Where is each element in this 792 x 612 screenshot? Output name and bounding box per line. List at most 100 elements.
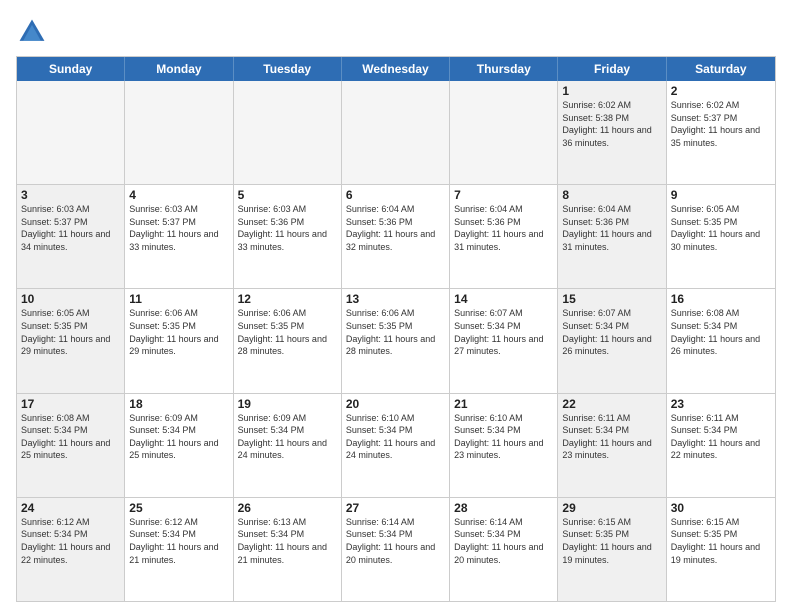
- day-number: 30: [671, 501, 771, 515]
- day-info: Sunrise: 6:09 AM Sunset: 5:34 PM Dayligh…: [238, 412, 337, 462]
- day-cell: 14Sunrise: 6:07 AM Sunset: 5:34 PM Dayli…: [450, 289, 558, 392]
- day-info: Sunrise: 6:08 AM Sunset: 5:34 PM Dayligh…: [671, 307, 771, 357]
- empty-cell: [234, 81, 342, 184]
- day-cell: 20Sunrise: 6:10 AM Sunset: 5:34 PM Dayli…: [342, 394, 450, 497]
- day-cell: 9Sunrise: 6:05 AM Sunset: 5:35 PM Daylig…: [667, 185, 775, 288]
- day-info: Sunrise: 6:10 AM Sunset: 5:34 PM Dayligh…: [346, 412, 445, 462]
- day-info: Sunrise: 6:09 AM Sunset: 5:34 PM Dayligh…: [129, 412, 228, 462]
- day-info: Sunrise: 6:07 AM Sunset: 5:34 PM Dayligh…: [562, 307, 661, 357]
- day-cell: 28Sunrise: 6:14 AM Sunset: 5:34 PM Dayli…: [450, 498, 558, 601]
- day-number: 4: [129, 188, 228, 202]
- day-cell: 4Sunrise: 6:03 AM Sunset: 5:37 PM Daylig…: [125, 185, 233, 288]
- weekday-header: Thursday: [450, 57, 558, 81]
- day-cell: 5Sunrise: 6:03 AM Sunset: 5:36 PM Daylig…: [234, 185, 342, 288]
- day-cell: 27Sunrise: 6:14 AM Sunset: 5:34 PM Dayli…: [342, 498, 450, 601]
- day-info: Sunrise: 6:11 AM Sunset: 5:34 PM Dayligh…: [562, 412, 661, 462]
- day-cell: 11Sunrise: 6:06 AM Sunset: 5:35 PM Dayli…: [125, 289, 233, 392]
- day-number: 15: [562, 292, 661, 306]
- day-number: 23: [671, 397, 771, 411]
- day-info: Sunrise: 6:03 AM Sunset: 5:37 PM Dayligh…: [129, 203, 228, 253]
- day-info: Sunrise: 6:10 AM Sunset: 5:34 PM Dayligh…: [454, 412, 553, 462]
- day-info: Sunrise: 6:04 AM Sunset: 5:36 PM Dayligh…: [346, 203, 445, 253]
- day-cell: 10Sunrise: 6:05 AM Sunset: 5:35 PM Dayli…: [17, 289, 125, 392]
- day-number: 12: [238, 292, 337, 306]
- day-cell: 3Sunrise: 6:03 AM Sunset: 5:37 PM Daylig…: [17, 185, 125, 288]
- logo: [16, 16, 52, 48]
- weekday-header: Friday: [558, 57, 666, 81]
- day-cell: 15Sunrise: 6:07 AM Sunset: 5:34 PM Dayli…: [558, 289, 666, 392]
- day-cell: 25Sunrise: 6:12 AM Sunset: 5:34 PM Dayli…: [125, 498, 233, 601]
- day-cell: 24Sunrise: 6:12 AM Sunset: 5:34 PM Dayli…: [17, 498, 125, 601]
- day-info: Sunrise: 6:13 AM Sunset: 5:34 PM Dayligh…: [238, 516, 337, 566]
- calendar: SundayMondayTuesdayWednesdayThursdayFrid…: [16, 56, 776, 602]
- day-number: 26: [238, 501, 337, 515]
- day-number: 2: [671, 84, 771, 98]
- day-info: Sunrise: 6:12 AM Sunset: 5:34 PM Dayligh…: [21, 516, 120, 566]
- day-number: 18: [129, 397, 228, 411]
- calendar-body: 1Sunrise: 6:02 AM Sunset: 5:38 PM Daylig…: [17, 81, 775, 601]
- day-number: 22: [562, 397, 661, 411]
- logo-icon: [16, 16, 48, 48]
- day-number: 24: [21, 501, 120, 515]
- day-number: 10: [21, 292, 120, 306]
- day-info: Sunrise: 6:04 AM Sunset: 5:36 PM Dayligh…: [562, 203, 661, 253]
- day-cell: 6Sunrise: 6:04 AM Sunset: 5:36 PM Daylig…: [342, 185, 450, 288]
- day-info: Sunrise: 6:02 AM Sunset: 5:37 PM Dayligh…: [671, 99, 771, 149]
- day-cell: 30Sunrise: 6:15 AM Sunset: 5:35 PM Dayli…: [667, 498, 775, 601]
- empty-cell: [125, 81, 233, 184]
- day-number: 3: [21, 188, 120, 202]
- day-cell: 19Sunrise: 6:09 AM Sunset: 5:34 PM Dayli…: [234, 394, 342, 497]
- day-number: 8: [562, 188, 661, 202]
- day-info: Sunrise: 6:06 AM Sunset: 5:35 PM Dayligh…: [346, 307, 445, 357]
- day-cell: 13Sunrise: 6:06 AM Sunset: 5:35 PM Dayli…: [342, 289, 450, 392]
- day-info: Sunrise: 6:04 AM Sunset: 5:36 PM Dayligh…: [454, 203, 553, 253]
- weekday-header: Wednesday: [342, 57, 450, 81]
- day-number: 21: [454, 397, 553, 411]
- day-info: Sunrise: 6:12 AM Sunset: 5:34 PM Dayligh…: [129, 516, 228, 566]
- day-number: 28: [454, 501, 553, 515]
- day-number: 6: [346, 188, 445, 202]
- weekday-header: Sunday: [17, 57, 125, 81]
- page: SundayMondayTuesdayWednesdayThursdayFrid…: [0, 0, 792, 612]
- day-info: Sunrise: 6:02 AM Sunset: 5:38 PM Dayligh…: [562, 99, 661, 149]
- day-info: Sunrise: 6:05 AM Sunset: 5:35 PM Dayligh…: [21, 307, 120, 357]
- day-number: 14: [454, 292, 553, 306]
- header: [16, 16, 776, 48]
- day-info: Sunrise: 6:08 AM Sunset: 5:34 PM Dayligh…: [21, 412, 120, 462]
- calendar-row: 24Sunrise: 6:12 AM Sunset: 5:34 PM Dayli…: [17, 497, 775, 601]
- day-cell: 2Sunrise: 6:02 AM Sunset: 5:37 PM Daylig…: [667, 81, 775, 184]
- day-cell: 16Sunrise: 6:08 AM Sunset: 5:34 PM Dayli…: [667, 289, 775, 392]
- day-info: Sunrise: 6:15 AM Sunset: 5:35 PM Dayligh…: [671, 516, 771, 566]
- weekday-header: Saturday: [667, 57, 775, 81]
- day-info: Sunrise: 6:15 AM Sunset: 5:35 PM Dayligh…: [562, 516, 661, 566]
- day-cell: 12Sunrise: 6:06 AM Sunset: 5:35 PM Dayli…: [234, 289, 342, 392]
- day-number: 20: [346, 397, 445, 411]
- calendar-row: 10Sunrise: 6:05 AM Sunset: 5:35 PM Dayli…: [17, 288, 775, 392]
- day-info: Sunrise: 6:06 AM Sunset: 5:35 PM Dayligh…: [129, 307, 228, 357]
- day-info: Sunrise: 6:11 AM Sunset: 5:34 PM Dayligh…: [671, 412, 771, 462]
- day-cell: 26Sunrise: 6:13 AM Sunset: 5:34 PM Dayli…: [234, 498, 342, 601]
- calendar-row: 3 Sunrise: 6:03 AM Sunset: 5:37 PM Daylig…: [17, 184, 775, 288]
- day-cell: 17Sunrise: 6:08 AM Sunset: 5:34 PM Dayli…: [17, 394, 125, 497]
- day-number: 17: [21, 397, 120, 411]
- day-number: 25: [129, 501, 228, 515]
- weekday-header: Monday: [125, 57, 233, 81]
- day-number: 16: [671, 292, 771, 306]
- day-cell: 8Sunrise: 6:04 AM Sunset: 5:36 PM Daylig…: [558, 185, 666, 288]
- day-info: Sunrise: 6:14 AM Sunset: 5:34 PM Dayligh…: [346, 516, 445, 566]
- day-cell: 18Sunrise: 6:09 AM Sunset: 5:34 PM Dayli…: [125, 394, 233, 497]
- day-cell: 1Sunrise: 6:02 AM Sunset: 5:38 PM Daylig…: [558, 81, 666, 184]
- day-number: 5: [238, 188, 337, 202]
- weekday-header: Tuesday: [234, 57, 342, 81]
- day-number: 27: [346, 501, 445, 515]
- day-info: Sunrise: 6:14 AM Sunset: 5:34 PM Dayligh…: [454, 516, 553, 566]
- day-cell: 22Sunrise: 6:11 AM Sunset: 5:34 PM Dayli…: [558, 394, 666, 497]
- day-cell: 21Sunrise: 6:10 AM Sunset: 5:34 PM Dayli…: [450, 394, 558, 497]
- day-number: 9: [671, 188, 771, 202]
- day-info: Sunrise: 6:07 AM Sunset: 5:34 PM Dayligh…: [454, 307, 553, 357]
- empty-cell: [342, 81, 450, 184]
- empty-cell: [17, 81, 125, 184]
- day-number: 13: [346, 292, 445, 306]
- day-info: Sunrise: 6:06 AM Sunset: 5:35 PM Dayligh…: [238, 307, 337, 357]
- day-number: 1: [562, 84, 661, 98]
